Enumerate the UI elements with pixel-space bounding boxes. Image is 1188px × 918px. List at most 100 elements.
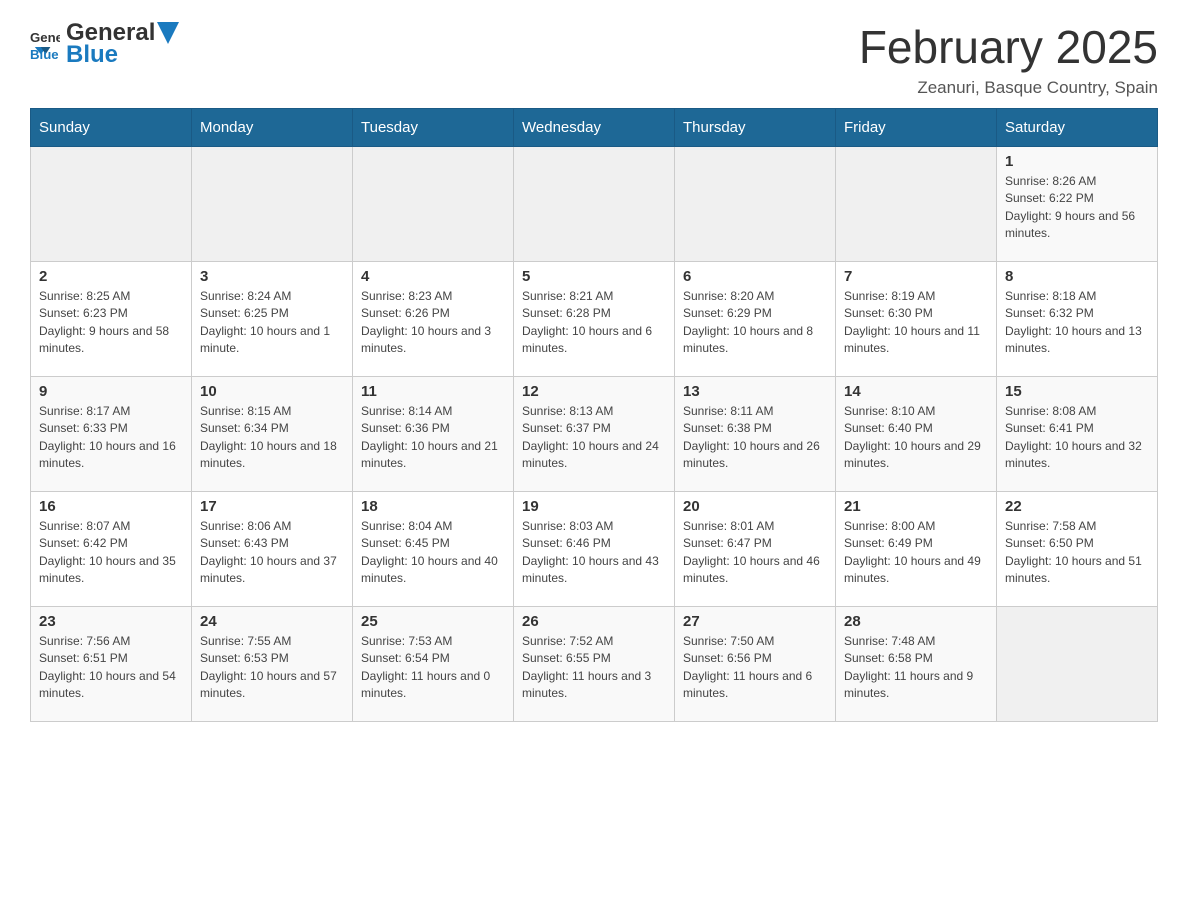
day-number: 25 bbox=[361, 613, 505, 630]
day-number: 6 bbox=[683, 268, 827, 285]
svg-text:General: General bbox=[30, 31, 60, 46]
day-info: Sunrise: 8:14 AMSunset: 6:36 PMDaylight:… bbox=[361, 403, 505, 473]
calendar-cell: 12Sunrise: 8:13 AMSunset: 6:37 PMDayligh… bbox=[514, 377, 675, 492]
day-number: 12 bbox=[522, 383, 666, 400]
day-number: 24 bbox=[200, 613, 344, 630]
calendar-cell: 3 Sunrise: 8:24 AMSunset: 6:25 PMDaylight… bbox=[192, 262, 353, 377]
calendar-cell: 20 Sunrise: 8:01 AMSunset: 6:47 PMDayligh… bbox=[675, 492, 836, 607]
calendar-body: 1 Sunrise: 8:26 AMSunset: 6:22 PMDaylight… bbox=[31, 147, 1158, 722]
day-number: 26 bbox=[522, 613, 666, 630]
day-number: 13 bbox=[683, 383, 827, 400]
logo-blue-text: Blue bbox=[66, 42, 179, 68]
calendar-cell: 23 Sunrise: 7:56 AMSunset: 6:51 PMDayligh… bbox=[31, 607, 192, 722]
calendar-cell bbox=[675, 147, 836, 262]
day-info: Sunrise: 8:10 AMSunset: 6:40 PMDaylight:… bbox=[844, 403, 988, 473]
day-header-saturday: Saturday bbox=[997, 109, 1158, 147]
calendar-cell: 5 Sunrise: 8:21 AMSunset: 6:28 PMDaylight… bbox=[514, 262, 675, 377]
day-info: Sunrise: 7:53 AMSunset: 6:54 PMDaylight:… bbox=[361, 633, 505, 703]
day-header-wednesday: Wednesday bbox=[514, 109, 675, 147]
page-header: General Blue General Blue February 2025 … bbox=[30, 20, 1158, 98]
calendar-cell: 11Sunrise: 8:14 AMSunset: 6:36 PMDayligh… bbox=[353, 377, 514, 492]
calendar-cell: 14 Sunrise: 8:10 AMSunset: 6:40 PMDayligh… bbox=[836, 377, 997, 492]
day-info: Sunrise: 8:21 AMSunset: 6:28 PMDaylight:… bbox=[522, 288, 666, 358]
calendar-cell: 16 Sunrise: 8:07 AMSunset: 6:42 PMDayligh… bbox=[31, 492, 192, 607]
day-info: Sunrise: 7:50 AMSunset: 6:56 PMDaylight:… bbox=[683, 633, 827, 703]
calendar-cell: 26 Sunrise: 7:52 AMSunset: 6:55 PMDayligh… bbox=[514, 607, 675, 722]
week-row-4: 16 Sunrise: 8:07 AMSunset: 6:42 PMDayligh… bbox=[31, 492, 1158, 607]
calendar-cell: 18Sunrise: 8:04 AMSunset: 6:45 PMDayligh… bbox=[353, 492, 514, 607]
day-info: Sunrise: 8:25 AMSunset: 6:23 PMDaylight:… bbox=[39, 288, 183, 358]
calendar-cell bbox=[192, 147, 353, 262]
day-number: 27 bbox=[683, 613, 827, 630]
week-row-5: 23 Sunrise: 7:56 AMSunset: 6:51 PMDayligh… bbox=[31, 607, 1158, 722]
day-number: 19 bbox=[522, 498, 666, 515]
day-info: Sunrise: 8:03 AMSunset: 6:46 PMDaylight:… bbox=[522, 518, 666, 588]
day-header-friday: Friday bbox=[836, 109, 997, 147]
day-info: Sunrise: 8:24 AMSunset: 6:25 PMDaylight:… bbox=[200, 288, 344, 358]
title-section: February 2025 Zeanuri, Basque Country, S… bbox=[859, 20, 1158, 98]
day-number: 2 bbox=[39, 268, 183, 285]
calendar-cell bbox=[997, 607, 1158, 722]
day-info: Sunrise: 7:52 AMSunset: 6:55 PMDaylight:… bbox=[522, 633, 666, 703]
day-number: 5 bbox=[522, 268, 666, 285]
month-title: February 2025 bbox=[859, 20, 1158, 74]
day-info: Sunrise: 8:26 AMSunset: 6:22 PMDaylight:… bbox=[1005, 173, 1149, 243]
logo-icon: General Blue bbox=[30, 29, 60, 59]
day-number: 20 bbox=[683, 498, 827, 515]
day-number: 15 bbox=[1005, 383, 1149, 400]
calendar-cell: 4Sunrise: 8:23 AMSunset: 6:26 PMDaylight… bbox=[353, 262, 514, 377]
day-number: 3 bbox=[200, 268, 344, 285]
calendar-cell: 6 Sunrise: 8:20 AMSunset: 6:29 PMDaylight… bbox=[675, 262, 836, 377]
day-number: 14 bbox=[844, 383, 988, 400]
week-row-2: 2 Sunrise: 8:25 AMSunset: 6:23 PMDaylight… bbox=[31, 262, 1158, 377]
day-number: 8 bbox=[1005, 268, 1149, 285]
day-info: Sunrise: 8:08 AMSunset: 6:41 PMDaylight:… bbox=[1005, 403, 1149, 473]
calendar-cell bbox=[31, 147, 192, 262]
calendar-cell: 27 Sunrise: 7:50 AMSunset: 6:56 PMDayligh… bbox=[675, 607, 836, 722]
calendar-cell: 28Sunrise: 7:48 AMSunset: 6:58 PMDayligh… bbox=[836, 607, 997, 722]
calendar-cell: 10Sunrise: 8:15 AMSunset: 6:34 PMDayligh… bbox=[192, 377, 353, 492]
day-number: 10 bbox=[200, 383, 344, 400]
calendar-cell: 15 Sunrise: 8:08 AMSunset: 6:41 PMDayligh… bbox=[997, 377, 1158, 492]
day-info: Sunrise: 8:01 AMSunset: 6:47 PMDaylight:… bbox=[683, 518, 827, 588]
day-number: 1 bbox=[1005, 153, 1149, 170]
day-header-monday: Monday bbox=[192, 109, 353, 147]
day-info: Sunrise: 7:55 AMSunset: 6:53 PMDaylight:… bbox=[200, 633, 344, 703]
day-number: 21 bbox=[844, 498, 988, 515]
day-info: Sunrise: 8:23 AMSunset: 6:26 PMDaylight:… bbox=[361, 288, 505, 358]
logo: General Blue General Blue bbox=[30, 20, 179, 69]
calendar-cell: 8 Sunrise: 8:18 AMSunset: 6:32 PMDaylight… bbox=[997, 262, 1158, 377]
day-number: 16 bbox=[39, 498, 183, 515]
svg-text:Blue: Blue bbox=[30, 47, 59, 59]
calendar-cell: 22Sunrise: 7:58 AMSunset: 6:50 PMDayligh… bbox=[997, 492, 1158, 607]
calendar-cell bbox=[836, 147, 997, 262]
day-number: 28 bbox=[844, 613, 988, 630]
calendar-cell: 17 Sunrise: 8:06 AMSunset: 6:43 PMDayligh… bbox=[192, 492, 353, 607]
day-info: Sunrise: 8:07 AMSunset: 6:42 PMDaylight:… bbox=[39, 518, 183, 588]
day-header-tuesday: Tuesday bbox=[353, 109, 514, 147]
day-header-thursday: Thursday bbox=[675, 109, 836, 147]
day-number: 18 bbox=[361, 498, 505, 515]
day-info: Sunrise: 7:56 AMSunset: 6:51 PMDaylight:… bbox=[39, 633, 183, 703]
location-label: Zeanuri, Basque Country, Spain bbox=[859, 78, 1158, 98]
calendar-cell: 9Sunrise: 8:17 AMSunset: 6:33 PMDaylight… bbox=[31, 377, 192, 492]
day-info: Sunrise: 8:19 AMSunset: 6:30 PMDaylight:… bbox=[844, 288, 988, 358]
calendar-cell: 7Sunrise: 8:19 AMSunset: 6:30 PMDaylight… bbox=[836, 262, 997, 377]
calendar-cell: 21 Sunrise: 8:00 AMSunset: 6:49 PMDayligh… bbox=[836, 492, 997, 607]
day-header-sunday: Sunday bbox=[31, 109, 192, 147]
calendar-cell: 2 Sunrise: 8:25 AMSunset: 6:23 PMDaylight… bbox=[31, 262, 192, 377]
calendar-cell: 1 Sunrise: 8:26 AMSunset: 6:22 PMDaylight… bbox=[997, 147, 1158, 262]
day-info: Sunrise: 8:20 AMSunset: 6:29 PMDaylight:… bbox=[683, 288, 827, 358]
day-number: 17 bbox=[200, 498, 344, 515]
calendar-cell: 13 Sunrise: 8:11 AMSunset: 6:38 PMDayligh… bbox=[675, 377, 836, 492]
day-number: 23 bbox=[39, 613, 183, 630]
calendar-cell: 19 Sunrise: 8:03 AMSunset: 6:46 PMDayligh… bbox=[514, 492, 675, 607]
day-info: Sunrise: 7:58 AMSunset: 6:50 PMDaylight:… bbox=[1005, 518, 1149, 588]
day-info: Sunrise: 8:00 AMSunset: 6:49 PMDaylight:… bbox=[844, 518, 988, 588]
calendar-table: SundayMondayTuesdayWednesdayThursdayFrid… bbox=[30, 108, 1158, 722]
calendar-cell bbox=[514, 147, 675, 262]
day-info: Sunrise: 8:06 AMSunset: 6:43 PMDaylight:… bbox=[200, 518, 344, 588]
day-info: Sunrise: 8:11 AMSunset: 6:38 PMDaylight:… bbox=[683, 403, 827, 473]
calendar-cell bbox=[353, 147, 514, 262]
day-info: Sunrise: 8:18 AMSunset: 6:32 PMDaylight:… bbox=[1005, 288, 1149, 358]
